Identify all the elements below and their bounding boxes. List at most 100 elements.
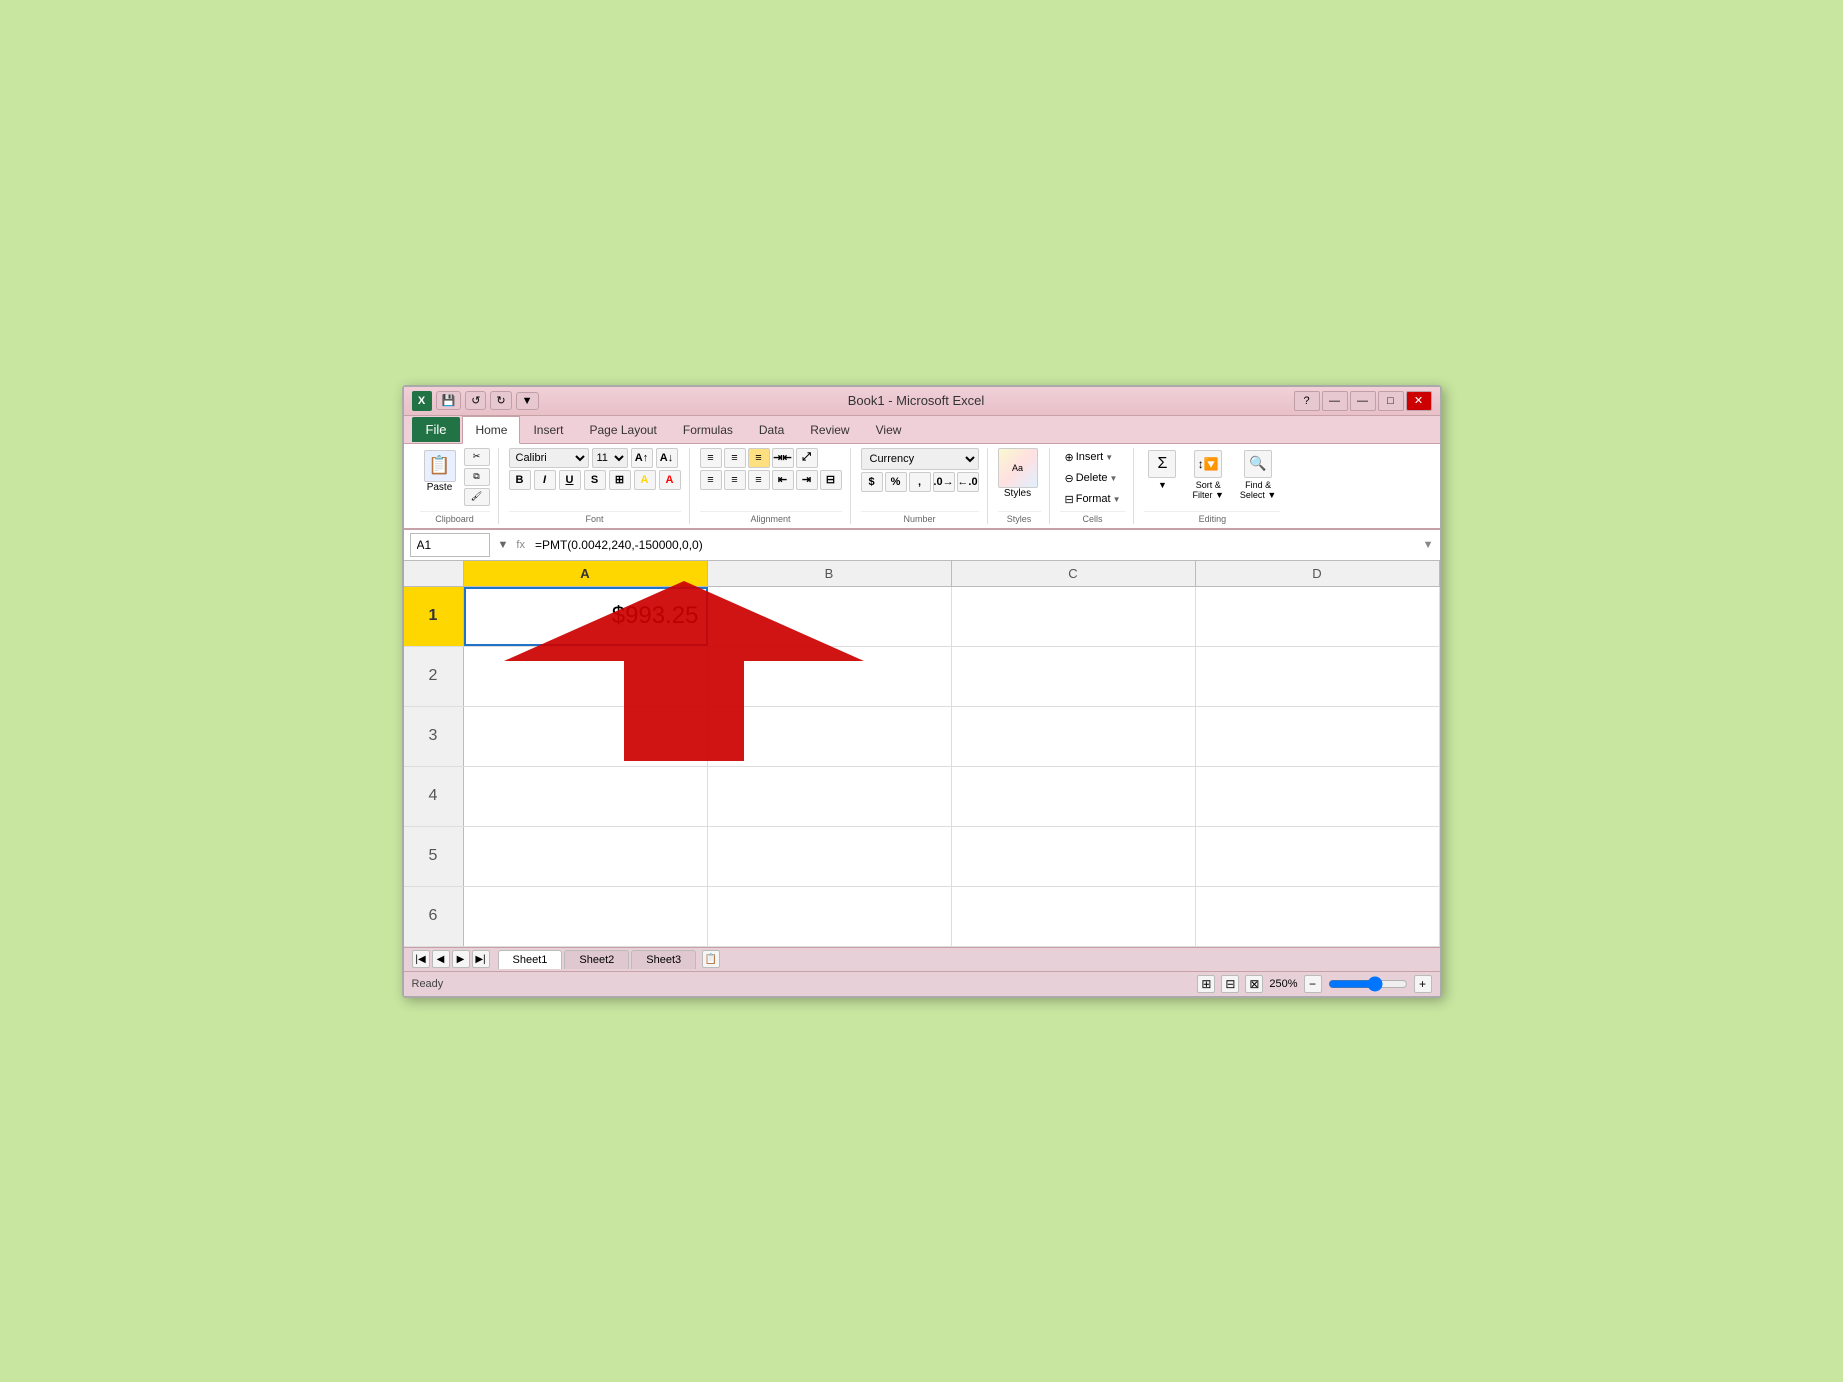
row-num-1[interactable]: 1: [404, 587, 464, 646]
autosum-button[interactable]: Σ ▼: [1144, 448, 1180, 492]
cell-B6[interactable]: [708, 887, 952, 946]
cell-B4[interactable]: [708, 767, 952, 826]
cell-A6[interactable]: [464, 887, 708, 946]
normal-view-button[interactable]: ⊞: [1197, 975, 1215, 993]
cell-C3[interactable]: [952, 707, 1196, 766]
styles-icon[interactable]: Aa: [998, 448, 1038, 488]
cell-C6[interactable]: [952, 887, 1196, 946]
tab-data[interactable]: Data: [746, 416, 797, 443]
cell-B5[interactable]: [708, 827, 952, 886]
format-painter-button[interactable]: 🖌: [464, 488, 490, 506]
cell-A1[interactable]: $993.25: [464, 587, 708, 646]
format-cells-button[interactable]: ⊟ Format ▼: [1060, 490, 1126, 509]
decrease-decimal-button[interactable]: ←.0: [957, 472, 979, 492]
cell-C4[interactable]: [952, 767, 1196, 826]
row-num-4[interactable]: 4: [404, 767, 464, 826]
page-layout-view-button[interactable]: ⊟: [1221, 975, 1239, 993]
wrap-text-button[interactable]: ⇥⇤: [772, 448, 794, 468]
col-header-B[interactable]: B: [708, 561, 952, 586]
border-button[interactable]: ⊞: [609, 470, 631, 490]
formula-expand-button[interactable]: ▼: [494, 539, 513, 551]
find-select-button[interactable]: 🔍 Find &Select ▼: [1236, 448, 1280, 502]
page-break-view-button[interactable]: ⊠: [1245, 975, 1263, 993]
tab-sheet2[interactable]: Sheet2: [564, 950, 629, 969]
cell-A4[interactable]: [464, 767, 708, 826]
options-button[interactable]: —: [1322, 391, 1348, 411]
cell-D3[interactable]: [1196, 707, 1440, 766]
paste-button[interactable]: 📋 Paste: [420, 448, 460, 495]
insert-cells-button[interactable]: ⊕ Insert ▼: [1060, 448, 1126, 467]
cell-D5[interactable]: [1196, 827, 1440, 886]
font-size-select[interactable]: 11: [592, 448, 628, 468]
decrease-font-button[interactable]: A↓: [656, 448, 678, 468]
cell-B1[interactable]: [708, 587, 952, 646]
underline-button[interactable]: U: [559, 470, 581, 490]
percent-button[interactable]: %: [885, 472, 907, 492]
font-name-select[interactable]: Calibri: [509, 448, 589, 468]
sort-filter-button[interactable]: ↕🔽 Sort &Filter ▼: [1188, 448, 1227, 502]
strikethrough-button[interactable]: S: [584, 470, 606, 490]
orientation-button[interactable]: ⤢: [796, 448, 818, 468]
tab-view[interactable]: View: [863, 416, 915, 443]
dollar-button[interactable]: $: [861, 472, 883, 492]
cell-D6[interactable]: [1196, 887, 1440, 946]
undo-button[interactable]: ↺: [465, 391, 486, 410]
cell-C2[interactable]: [952, 647, 1196, 706]
prev-sheet-button[interactable]: ◀: [432, 950, 450, 968]
align-left-button[interactable]: ≡: [700, 470, 722, 490]
next-sheet-button[interactable]: ▶: [452, 950, 470, 968]
minimize-button[interactable]: —: [1350, 391, 1376, 411]
cell-D1[interactable]: [1196, 587, 1440, 646]
italic-button[interactable]: I: [534, 470, 556, 490]
cell-B3[interactable]: [708, 707, 952, 766]
row-num-6[interactable]: 6: [404, 887, 464, 946]
zoom-out-button[interactable]: −: [1304, 975, 1322, 993]
cell-D4[interactable]: [1196, 767, 1440, 826]
col-header-D[interactable]: D: [1196, 561, 1440, 586]
align-center-button[interactable]: ≡: [724, 470, 746, 490]
col-header-C[interactable]: C: [952, 561, 1196, 586]
zoom-in-button[interactable]: +: [1414, 975, 1432, 993]
tab-sheet1[interactable]: Sheet1: [498, 950, 563, 969]
cell-A2[interactable]: [464, 647, 708, 706]
help-button[interactable]: ?: [1294, 391, 1320, 411]
tab-file[interactable]: File: [412, 417, 461, 442]
redo-button[interactable]: ↻: [490, 391, 511, 410]
first-sheet-button[interactable]: |◀: [412, 950, 430, 968]
save-button[interactable]: 💾: [436, 391, 462, 410]
cell-C1[interactable]: [952, 587, 1196, 646]
zoom-slider[interactable]: [1328, 976, 1408, 992]
col-header-A[interactable]: A: [464, 561, 708, 586]
tab-formulas[interactable]: Formulas: [670, 416, 746, 443]
comma-button[interactable]: ,: [909, 472, 931, 492]
formula-input[interactable]: [529, 533, 1419, 557]
align-top-center-button[interactable]: ≡: [724, 448, 746, 468]
cell-A5[interactable]: [464, 827, 708, 886]
row-num-3[interactable]: 3: [404, 707, 464, 766]
cell-B2[interactable]: [708, 647, 952, 706]
tab-review[interactable]: Review: [797, 416, 862, 443]
align-top-right-button[interactable]: ≡: [748, 448, 770, 468]
align-right-button[interactable]: ≡: [748, 470, 770, 490]
cell-D2[interactable]: [1196, 647, 1440, 706]
copy-button[interactable]: ⧉: [464, 468, 490, 486]
row-num-5[interactable]: 5: [404, 827, 464, 886]
last-sheet-button[interactable]: ▶|: [472, 950, 490, 968]
fill-color-button[interactable]: A: [634, 470, 656, 490]
delete-cells-button[interactable]: ⊖ Delete ▼: [1060, 469, 1126, 488]
increase-decimal-button[interactable]: .0→: [933, 472, 955, 492]
row-num-2[interactable]: 2: [404, 647, 464, 706]
formula-dropdown[interactable]: ▼: [1423, 539, 1434, 551]
decrease-indent-button[interactable]: ⇤: [772, 470, 794, 490]
cell-C5[interactable]: [952, 827, 1196, 886]
merge-button[interactable]: ⊟: [820, 470, 842, 490]
cell-A3[interactable]: [464, 707, 708, 766]
new-sheet-button[interactable]: 📋: [702, 950, 720, 968]
cut-button[interactable]: ✂: [464, 448, 490, 466]
font-color-button[interactable]: A: [659, 470, 681, 490]
maximize-button[interactable]: □: [1378, 391, 1404, 411]
tab-sheet3[interactable]: Sheet3: [631, 950, 696, 969]
name-box[interactable]: [410, 533, 490, 557]
align-top-left-button[interactable]: ≡: [700, 448, 722, 468]
tab-home[interactable]: Home: [462, 416, 520, 444]
